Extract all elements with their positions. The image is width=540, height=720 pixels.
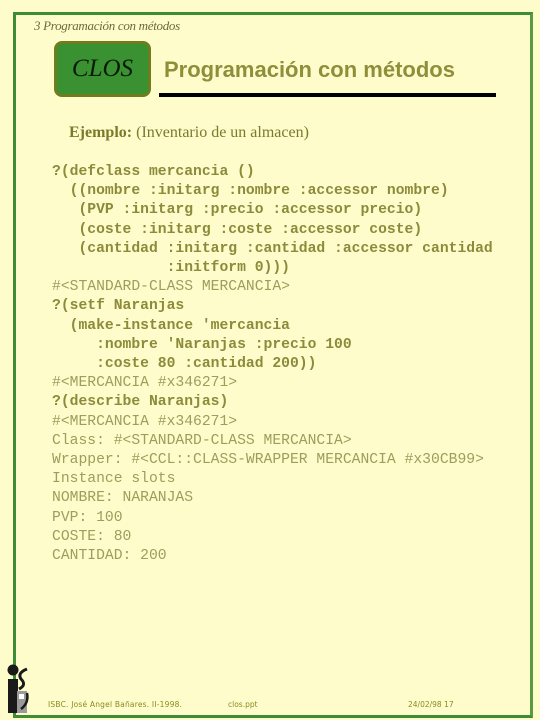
- code-input-line: ((nombre :initarg :nombre :accessor nomb…: [52, 183, 449, 200]
- isbc-logo-icon: [7, 664, 29, 713]
- code-output-line: Class: #<STANDARD-CLASS MERCANCIA>: [52, 432, 352, 449]
- clos-badge-label: CLOS: [71, 55, 134, 82]
- code-output-line: CANTIDAD: 200: [52, 548, 167, 565]
- code-input-line: ?(defclass mercancia (): [52, 164, 255, 180]
- title-underline: [159, 93, 496, 97]
- code-output-line: #<MERCANCIA #x346271>: [52, 413, 238, 430]
- code-input-line: ?(setf Naranjas: [52, 298, 185, 315]
- footer-filename: clos.ppt: [228, 700, 258, 709]
- code-listing: ?(defclass mercancia () ((nombre :initar…: [52, 163, 493, 566]
- code-output-line: NOMBRE: NARANJAS: [52, 490, 194, 507]
- code-input-line: (PVP :initarg :precio :accessor precio): [52, 202, 423, 219]
- code-input-line: (coste :initarg :coste :accessor coste): [52, 221, 423, 238]
- clos-badge: CLOS: [54, 41, 151, 97]
- code-input-line: :coste 80 :cantidad 200)): [52, 356, 317, 373]
- code-input-line: ?(describe Naranjas): [52, 394, 229, 411]
- code-input-line: (cantidad :initarg :cantidad :accessor c…: [52, 240, 493, 257]
- code-output-line: Wrapper: #<CCL::CLASS-WRAPPER MERCANCIA …: [52, 452, 484, 469]
- code-input-line: :initform 0))): [52, 260, 290, 277]
- code-input-line: :nombre 'Naranjas :precio 100: [52, 336, 352, 353]
- code-output-line: COSTE: 80: [52, 528, 132, 545]
- code-input-line: (make-instance 'mercancia: [52, 317, 290, 334]
- code-output-line: PVP: 100: [52, 509, 123, 526]
- example-heading: Ejemplo: (Inventario de un almacen): [69, 124, 309, 142]
- example-description: (Inventario de un almacen): [136, 124, 309, 141]
- code-output-line: Instance slots: [52, 471, 176, 488]
- example-label: Ejemplo:: [69, 124, 133, 141]
- footer-date-page: 24/02/98 17: [408, 700, 454, 709]
- code-output-line: #<MERCANCIA #x346271>: [52, 375, 238, 392]
- code-output-line: #<STANDARD-CLASS MERCANCIA>: [52, 279, 290, 296]
- slide-title: Programación con métodos: [164, 57, 455, 82]
- footer-author: ISBC. José Angel Bañares. II-1998.: [48, 700, 183, 709]
- section-label: 3 Programación con métodos: [34, 18, 180, 33]
